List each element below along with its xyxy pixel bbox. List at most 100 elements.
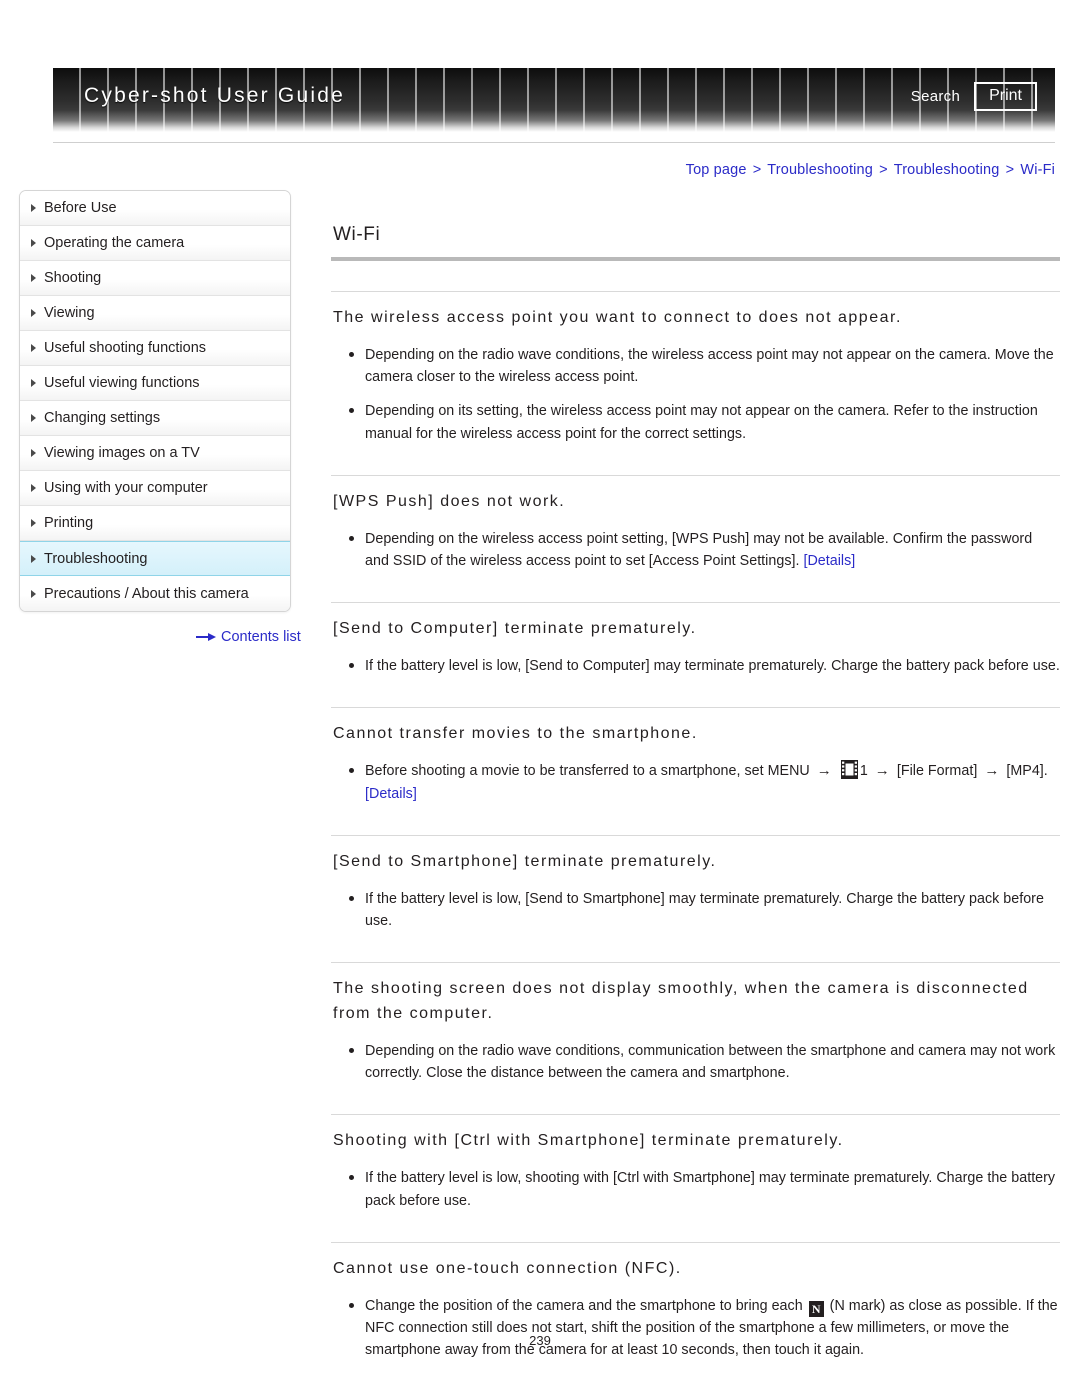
n-mark-icon: N <box>808 1300 824 1317</box>
bullet-text: Depending on the radio wave conditions, … <box>365 346 1054 386</box>
chevron-right-icon <box>31 554 36 563</box>
arrow-right-icon <box>196 632 216 642</box>
arrow-icon: → <box>874 762 890 780</box>
sidebar-item-useful-shooting-functions[interactable]: Useful shooting functions <box>20 331 290 366</box>
bullet-list: Depending on the radio wave conditions, … <box>331 344 1060 445</box>
sidebar-item-changing-settings[interactable]: Changing settings <box>20 401 290 436</box>
chevron-right-icon <box>31 449 36 457</box>
bullet-list: Change the position of the camera and th… <box>331 1295 1060 1362</box>
bullet-item: Depending on the radio wave conditions, … <box>349 1040 1060 1085</box>
content-section: [Send to Computer] terminate prematurely… <box>331 602 1060 677</box>
sidebar-item-label: Shooting <box>44 270 102 286</box>
bullet-text: Depending on the radio wave conditions, … <box>365 1042 1056 1082</box>
arrow-icon: → <box>816 762 832 780</box>
header-divider <box>53 142 1055 143</box>
details-link[interactable]: [Details] <box>803 553 855 569</box>
bullet-list: If the battery level is low, shooting wi… <box>331 1167 1060 1212</box>
sidebar-item-shooting[interactable]: Shooting <box>20 261 290 296</box>
sidebar-item-before-use[interactable]: Before Use <box>20 191 290 226</box>
arrow-icon: → <box>984 762 1000 780</box>
main-content: Wi-Fi The wireless access point you want… <box>331 224 1060 1362</box>
sidebar-item-viewing-images-on-a-tv[interactable]: Viewing images on a TV <box>20 436 290 471</box>
content-section: The shooting screen does not display smo… <box>331 962 1060 1084</box>
section-heading: Cannot transfer movies to the smartphone… <box>333 725 698 743</box>
sidebar-nav: Before Use Operating the camera Shooting Vi… <box>19 190 291 612</box>
bullet-text: If the battery level is low, shooting wi… <box>365 1170 1056 1209</box>
bullet-item: If the battery level is low, [Send to Sm… <box>349 888 1060 933</box>
chevron-right-icon <box>31 309 36 317</box>
bullet-list: Before shooting a movie to be transferre… <box>331 760 1060 805</box>
menu-tab-number: 1 <box>859 763 868 780</box>
breadcrumb-item-troubleshooting[interactable]: Troubleshooting <box>767 162 873 178</box>
sidebar-item-label: Using with your computer <box>44 480 208 496</box>
bullet-list: Depending on the radio wave conditions, … <box>331 1040 1060 1085</box>
chevron-right-icon <box>31 519 36 527</box>
chevron-right-icon <box>31 484 36 492</box>
bullet-list: If the battery level is low, [Send to Co… <box>331 655 1060 677</box>
bullet-text: Depending on its setting, the wireless a… <box>365 403 1038 442</box>
section-heading: [Send to Computer] terminate prematurely… <box>333 620 697 638</box>
bullet-item: Depending on the wireless access point s… <box>349 528 1060 573</box>
bullet-item: If the battery level is low, [Send to Co… <box>349 655 1060 677</box>
chevron-right-icon <box>31 344 36 352</box>
section-heading: Cannot use one-touch connection (NFC). <box>333 1259 682 1277</box>
bullet-item: Change the position of the camera and th… <box>349 1295 1060 1362</box>
movie-mode-icon <box>840 760 858 780</box>
page-number: 239 <box>529 1333 551 1348</box>
sidebar-item-using-with-your-computer[interactable]: Using with your computer <box>20 471 290 506</box>
breadcrumb: Top page > Troubleshooting > Troubleshoo… <box>686 162 1055 178</box>
breadcrumb-item-troubleshooting-sub[interactable]: Troubleshooting <box>894 162 1000 178</box>
content-section: Shooting with [Ctrl with Smartphone] ter… <box>331 1114 1060 1211</box>
contents-list-label: Contents list <box>221 629 301 645</box>
section-divider <box>331 602 1060 604</box>
breadcrumb-separator: > <box>879 162 888 178</box>
bullet-text-part1: Before shooting a movie to be transferre… <box>365 763 810 780</box>
breadcrumb-item-top-page[interactable]: Top page <box>686 162 747 178</box>
page-title: Wi-Fi <box>333 224 381 245</box>
title-divider <box>331 257 1060 261</box>
sidebar-item-label: Viewing images on a TV <box>44 445 200 461</box>
search-button[interactable]: Search <box>911 88 960 105</box>
section-divider <box>331 962 1060 964</box>
bullet-text-part1: Change the position of the camera and th… <box>365 1297 803 1314</box>
sidebar-item-printing[interactable]: Printing <box>20 506 290 541</box>
chevron-right-icon <box>31 274 36 282</box>
chevron-right-icon <box>31 414 36 422</box>
section-heading: The wireless access point you want to co… <box>333 309 902 326</box>
sidebar-item-label: Troubleshooting <box>44 550 148 567</box>
details-link[interactable]: [Details] <box>365 786 417 802</box>
content-section: [WPS Push] does not work. Depending on th… <box>331 474 1060 573</box>
sidebar-item-label: Useful viewing functions <box>44 375 200 391</box>
breadcrumb-item-wi-fi[interactable]: Wi-Fi <box>1020 162 1055 178</box>
sidebar-item-viewing[interactable]: Viewing <box>20 296 290 331</box>
sidebar-item-label: Changing settings <box>44 410 161 426</box>
section-heading: Shooting with [Ctrl with Smartphone] ter… <box>333 1132 844 1150</box>
site-title: Cyber-shot User Guide <box>84 84 345 107</box>
sidebar-item-label: Precautions / About this camera <box>44 585 249 602</box>
content-section: The wireless access point you want to co… <box>331 291 1060 445</box>
print-button[interactable]: Print <box>974 82 1037 112</box>
sidebar-item-label: Printing <box>44 515 94 531</box>
sidebar-item-label: Viewing <box>44 305 95 321</box>
sidebar-item-label: Operating the camera <box>44 235 185 251</box>
chevron-right-icon <box>31 589 36 598</box>
section-divider <box>331 474 1060 476</box>
sidebar-item-operating-the-camera[interactable]: Operating the camera <box>20 226 290 261</box>
sidebar-item-useful-viewing-functions[interactable]: Useful viewing functions <box>20 366 290 401</box>
section-divider <box>331 707 1060 709</box>
bullet-item: Depending on its setting, the wireless a… <box>349 400 1060 445</box>
contents-list-link[interactable]: Contents list <box>196 629 301 645</box>
section-divider <box>331 291 1060 292</box>
bullet-text-part4: [MP4]. <box>1006 763 1048 780</box>
sidebar-item-troubleshooting[interactable]: Troubleshooting <box>20 541 290 576</box>
breadcrumb-separator: > <box>1005 162 1015 178</box>
sidebar-item-label: Useful shooting functions <box>44 340 207 356</box>
bullet-text: Depending on the wireless access point s… <box>365 530 1033 570</box>
bullet-item: Depending on the radio wave conditions, … <box>349 344 1060 389</box>
site-header: Cyber-shot User Guide Search Print <box>53 68 1055 132</box>
sidebar-item-precautions-about-this-camera[interactable]: Precautions / About this camera <box>20 576 290 611</box>
bullet-list: Depending on the wireless access point s… <box>331 528 1060 573</box>
chevron-right-icon <box>31 204 36 212</box>
section-divider <box>331 1114 1060 1116</box>
bullet-item: Before shooting a movie to be transferre… <box>349 760 1060 805</box>
